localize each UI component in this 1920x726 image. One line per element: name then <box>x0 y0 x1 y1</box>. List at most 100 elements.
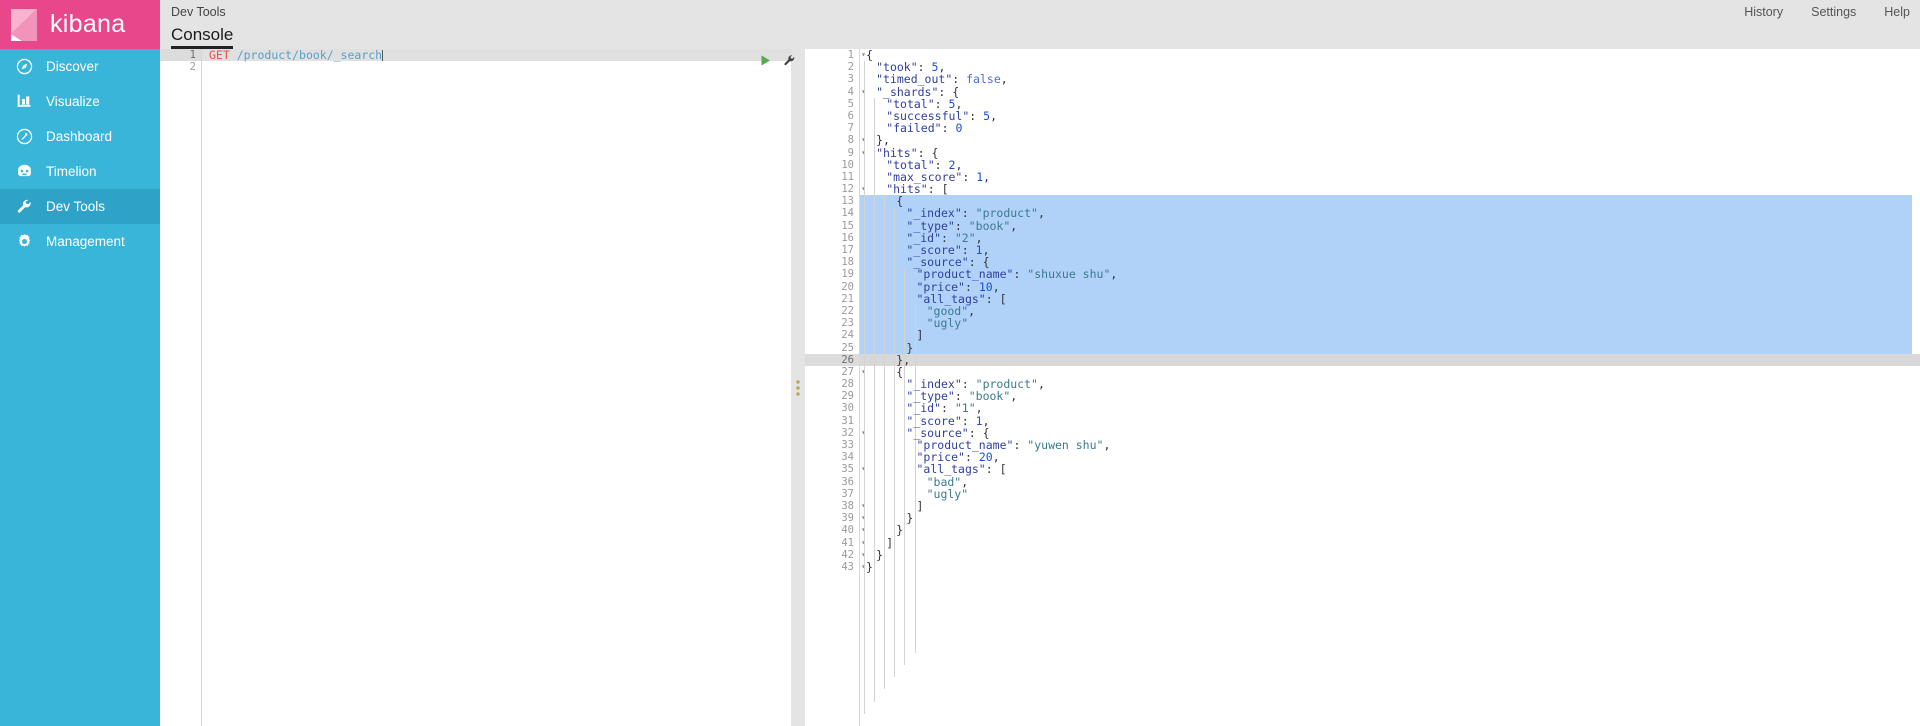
response-gutter: 1▾234▾5678▾9▾101112▾13▾1415161718▾192021… <box>805 49 866 726</box>
play-button[interactable] <box>758 53 772 67</box>
kibana-logo-text: kibana <box>50 10 126 38</box>
response-line-number: 30 <box>841 402 854 415</box>
response-line-number: 25▾ <box>805 342 866 354</box>
console-split: 12 GET /product/book/_search 1 ▾ 2 3 4 5… <box>160 49 1920 726</box>
response-line-number: 27▾ <box>805 366 866 378</box>
response-line-text: { <box>896 364 904 379</box>
top-bar: Dev Tools History Settings Help <box>160 0 1920 25</box>
timelion-icon <box>14 162 34 182</box>
response-line-number: 8▾ <box>805 134 866 146</box>
response-line-number: 6 <box>847 109 854 122</box>
response-line-text: "hits": [ <box>886 182 949 197</box>
response-line-number: 3 <box>847 73 854 86</box>
response-line-text: } <box>876 547 884 562</box>
response-line-number: 23 <box>841 317 854 330</box>
sidebar-item-dev-tools[interactable]: Dev Tools <box>0 189 160 224</box>
response-line-text: "ugly" <box>926 486 969 501</box>
response-line-text: "failed": 0 <box>886 121 963 136</box>
response-code-area[interactable]: {"took": 5, "timed_out": false, "_shards":… <box>860 49 1920 726</box>
sidebar-label-visualize: Visualize <box>46 93 100 109</box>
response-line-text: { <box>896 194 904 209</box>
response-line-number: 18▾ <box>805 256 866 268</box>
response-line-number: 42▾ <box>805 549 866 561</box>
response-line-number: 33 <box>841 439 854 451</box>
sidebar-item-discover[interactable]: Discover <box>0 49 160 84</box>
help-link[interactable]: Help <box>1884 6 1910 19</box>
sidebar-item-visualize[interactable]: Visualize <box>0 84 160 119</box>
response-line-number: 10 <box>841 158 854 171</box>
response-line-text: } <box>866 559 873 574</box>
sidebar-label-dev-tools: Dev Tools <box>46 198 106 214</box>
settings-link[interactable]: Settings <box>1811 6 1856 19</box>
history-link[interactable]: History <box>1744 6 1783 19</box>
response-line-number: 32▾ <box>805 427 866 439</box>
response-line-text: ] <box>916 328 924 343</box>
response-line-text: ] <box>916 498 924 513</box>
request-editor[interactable]: 12 GET /product/book/_search <box>160 49 794 726</box>
response-line-number: 26▾ <box>805 353 866 366</box>
request-code-area[interactable]: GET /product/book/_search <box>202 49 791 726</box>
response-line-number: 12▾ <box>805 183 866 195</box>
tab-console[interactable]: Console <box>171 26 234 49</box>
sidebar-label-discover: Discover <box>46 58 99 74</box>
pane-resize-handle[interactable] <box>791 49 805 726</box>
kibana-logo[interactable]: kibana <box>0 0 160 49</box>
sidebar-item-management[interactable]: Management <box>0 224 160 259</box>
drag-dots-icon <box>796 380 800 395</box>
response-line-number: 40▾ <box>805 524 866 536</box>
main-area: Dev Tools History Settings Help Console … <box>160 0 1920 726</box>
text-caret <box>382 50 384 61</box>
response-line-text: { <box>866 49 873 62</box>
request-path: /product/book/_search <box>229 48 383 62</box>
response-line-number: 38▾ <box>805 500 866 512</box>
response-line-number: 19 <box>841 268 854 281</box>
gear-icon <box>14 232 34 252</box>
response-line-number: 9▾ <box>805 147 866 159</box>
response-line-number: 39▾ <box>805 512 866 524</box>
response-line-number: 36 <box>841 475 854 488</box>
response-line-number: 37 <box>841 487 854 500</box>
request-editor-pane[interactable]: 12 GET /product/book/_search <box>160 49 794 726</box>
response-line-number: 13▾ <box>805 195 866 207</box>
response-line-text: } <box>906 511 914 526</box>
request-line[interactable] <box>202 61 791 73</box>
bar-chart-icon <box>14 92 34 112</box>
response-line-number: 31 <box>841 414 854 427</box>
response-line-number: 21▾ <box>805 293 866 305</box>
response-line-number: 34 <box>841 451 854 464</box>
response-line-number: 7 <box>847 122 854 135</box>
request-actions <box>758 53 796 67</box>
response-editor-pane[interactable]: 1▾234▾5678▾9▾101112▾13▾1415161718▾192021… <box>805 49 1920 726</box>
sidebar-item-dashboard[interactable]: Dashboard <box>0 119 160 154</box>
response-line-number: 5 <box>847 97 854 110</box>
request-line-number: 2 <box>189 61 196 74</box>
response-line-number: 16 <box>841 231 854 244</box>
sidebar-label-dashboard: Dashboard <box>46 128 113 144</box>
response-line-number: 17 <box>841 244 854 256</box>
compass-icon <box>14 57 34 77</box>
response-line-number: 4▾ <box>805 86 866 98</box>
response-line-number: 22 <box>841 304 854 317</box>
response-line-number: 15 <box>841 219 854 232</box>
response-line-text: "ugly" <box>926 316 969 331</box>
response-line-number: 2 <box>847 61 854 74</box>
response-line-number: 20 <box>841 280 854 293</box>
request-line[interactable]: GET /product/book/_search <box>202 48 791 62</box>
response-line-number: 28 <box>841 378 854 391</box>
sidebar-label-management: Management <box>46 233 125 249</box>
response-line-number: 35▾ <box>805 463 866 475</box>
request-gutter: 12 <box>160 49 202 726</box>
response-editor[interactable]: 1▾234▾5678▾9▾101112▾13▾1415161718▾192021… <box>805 49 1920 726</box>
kibana-logo-icon <box>10 8 40 42</box>
wrench-button[interactable] <box>782 53 796 67</box>
response-line-number: 1 ▾ <box>805 49 866 61</box>
kibana-app: kibana Discover Visualize Dashboard Time <box>0 0 1920 726</box>
response-line-text: } <box>896 523 904 538</box>
top-bar-links: History Settings Help <box>1744 0 1910 25</box>
dashboard-icon <box>14 127 34 147</box>
response-line-text: ] <box>886 535 894 550</box>
page-title: Dev Tools <box>171 5 226 20</box>
sidebar-item-timelion[interactable]: Timelion <box>0 154 160 189</box>
response-line-number: 24▾ <box>805 329 866 341</box>
request-line-number: 1 <box>160 49 201 62</box>
